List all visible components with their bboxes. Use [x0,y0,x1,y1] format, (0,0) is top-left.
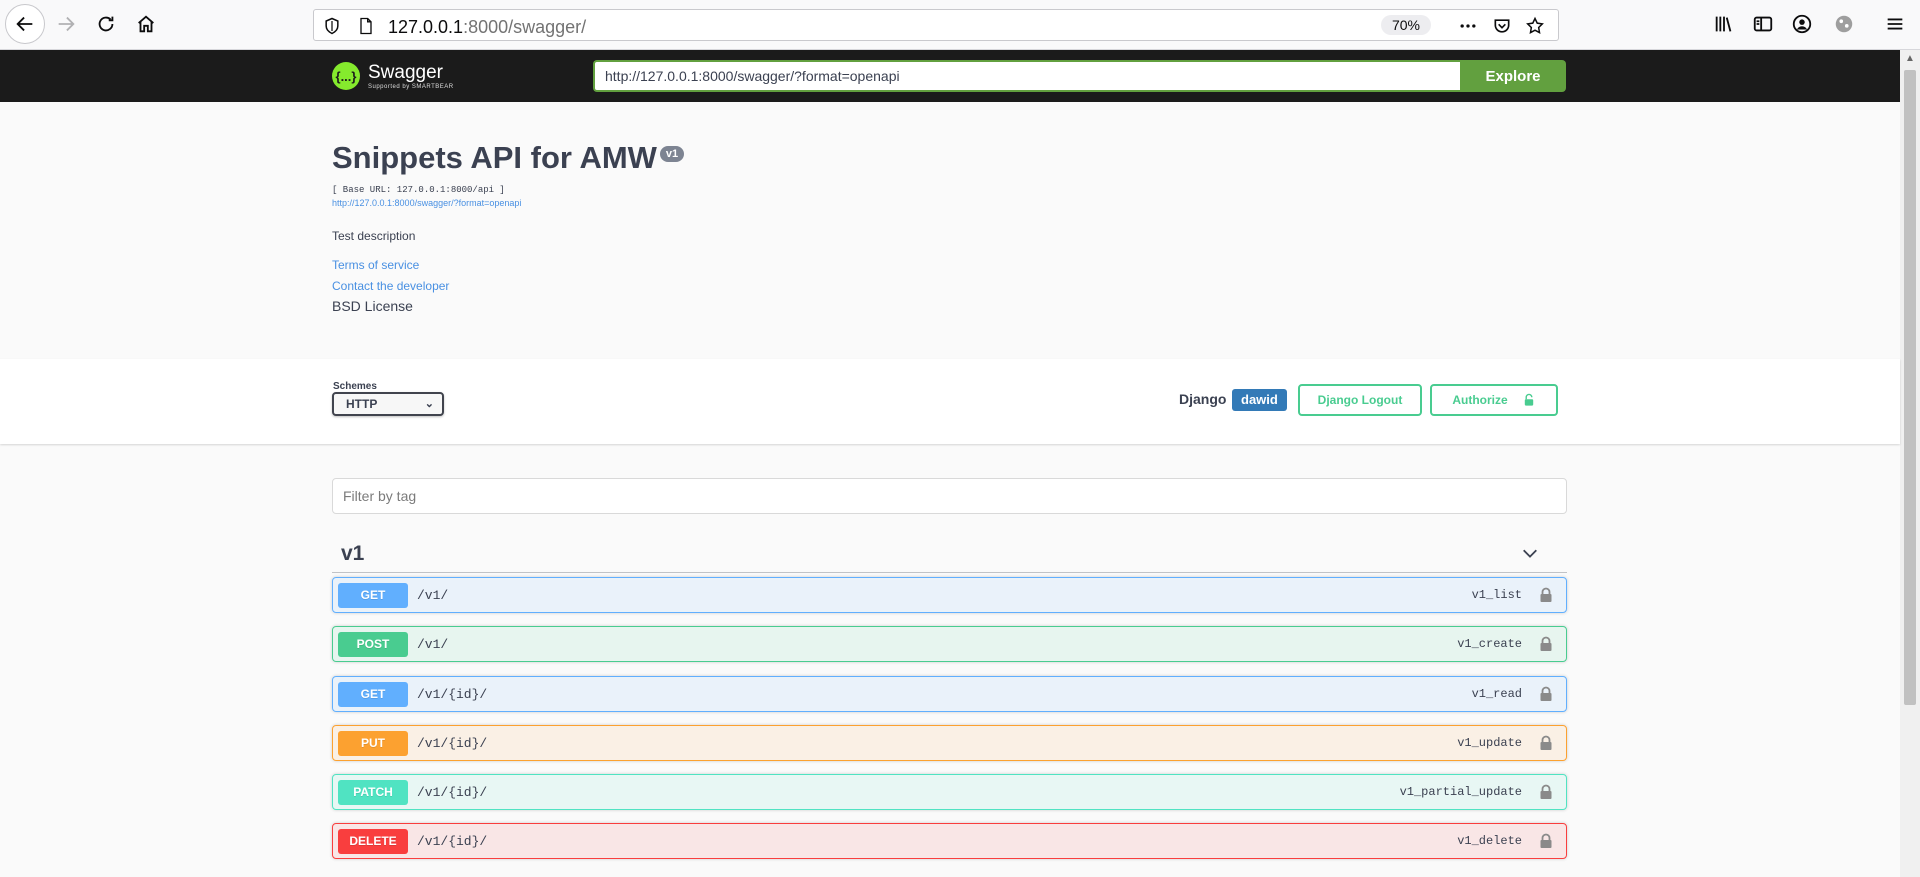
lock-icon[interactable] [1539,833,1553,849]
contact-developer-link[interactable]: Contact the developer [332,279,449,293]
operation-id: v1_delete [1457,834,1522,848]
operation-path: /v1/ [417,637,449,652]
chevron-down-icon[interactable] [1521,544,1539,562]
operation-id: v1_partial_update [1399,785,1522,799]
lock-icon[interactable] [1539,784,1553,800]
schemes-selected: HTTP [346,397,378,411]
page-scrollbar[interactable]: ▲ [1900,50,1920,877]
address-bar[interactable]: 127.0.0.1:8000/swagger/ 70% [313,9,1559,41]
more-actions-icon[interactable] [1456,14,1480,38]
authorize-button[interactable]: Authorize [1430,384,1558,416]
operation-id: v1_read [1471,687,1522,701]
operation-path: /v1/{id}/ [417,736,488,751]
method-badge: DELETE [338,829,408,854]
schemes-label: Schemes [333,381,377,392]
forward-arrow-icon [58,16,75,32]
back-button[interactable] [5,4,45,44]
reload-icon [98,16,114,32]
operation-post-v1-create[interactable]: POST /v1/ v1_create [332,626,1567,662]
sidebar-toggle-icon[interactable] [1745,6,1781,42]
api-info: Snippets API for AMW v1 [ Base URL: 127.0… [332,140,1572,314]
operation-id: v1_list [1471,588,1522,602]
method-badge: GET [338,682,408,707]
tag-header-v1[interactable]: v1 [332,534,1567,573]
url-text[interactable]: 127.0.0.1:8000/swagger/ [388,17,586,38]
operation-path: /v1/{id}/ [417,834,488,849]
method-badge: PATCH [338,780,408,805]
scroll-thumb[interactable] [1904,70,1916,705]
method-badge: PUT [338,731,408,756]
operation-patch-v1-partial-update[interactable]: PATCH /v1/{id}/ v1_partial_update [332,774,1567,810]
back-arrow-icon [16,16,33,32]
pocket-icon[interactable] [1490,14,1514,38]
forward-button[interactable] [48,6,84,42]
swagger-logo-icon: {...} [332,62,360,90]
schemes-select[interactable]: HTTP ⌄ [332,392,444,416]
logo-name: Swagger [368,61,443,83]
logo-subtitle: Supported by SMARTBEAR [368,83,454,90]
swagger-logo[interactable]: {...} Swagger Supported by SMARTBEAR [332,58,454,94]
lock-icon[interactable] [1539,587,1553,603]
chevron-down-icon: ⌄ [424,398,434,410]
unlocked-icon [1524,393,1533,406]
extension-icon[interactable] [1826,6,1862,42]
terms-of-service-link[interactable]: Terms of service [332,258,419,272]
operation-id: v1_update [1457,736,1522,750]
filter-by-tag-input[interactable]: Filter by tag [332,478,1567,514]
api-title: Snippets API for AMW [332,140,657,175]
zoom-level[interactable]: 70% [1381,15,1431,35]
home-icon [138,15,154,33]
url-host: 127.0.0.1 [388,17,464,37]
explore-button[interactable]: Explore [1460,60,1566,92]
reload-button[interactable] [88,6,124,42]
operation-get-v1-read[interactable]: GET /v1/{id}/ v1_read [332,676,1567,712]
authorize-label: Authorize [1452,393,1508,407]
base-url: [ Base URL: 127.0.0.1:8000/api ] [332,185,505,195]
operation-path: /v1/ [417,588,449,603]
spec-link[interactable]: http://127.0.0.1:8000/swagger/?format=op… [332,198,521,208]
lock-icon[interactable] [1539,686,1553,702]
tag-name: v1 [341,542,365,565]
django-logout-button[interactable]: Django Logout [1298,384,1422,416]
method-badge: POST [338,632,408,657]
home-button[interactable] [128,6,164,42]
operation-id: v1_create [1457,637,1522,651]
spec-url-input[interactable]: http://127.0.0.1:8000/swagger/?format=op… [593,60,1461,92]
lock-icon[interactable] [1539,636,1553,652]
api-description: Test description [332,229,416,243]
username-badge: dawid [1232,389,1287,411]
lock-icon[interactable] [1539,735,1553,751]
scroll-up-icon[interactable]: ▲ [1900,50,1920,68]
url-path: :8000/swagger/ [463,17,587,37]
method-badge: GET [338,583,408,608]
account-icon[interactable] [1784,6,1820,42]
scheme-container: Schemes HTTP ⌄ Django dawid Django Logou… [0,359,1900,444]
version-badge: v1 [659,146,685,162]
operation-put-v1-update[interactable]: PUT /v1/{id}/ v1_update [332,725,1567,761]
operation-delete-v1-delete[interactable]: DELETE /v1/{id}/ v1_delete [332,823,1567,859]
browser-toolbar: 127.0.0.1:8000/swagger/ 70% [0,0,1920,50]
library-icon[interactable] [1706,6,1742,42]
shield-icon[interactable] [320,14,344,38]
django-label: Django [1179,391,1227,407]
operation-path: /v1/{id}/ [417,687,488,702]
license-text: BSD License [332,298,413,314]
operation-get-v1-list[interactable]: GET /v1/ v1_list [332,577,1567,613]
page-info-icon[interactable] [354,14,378,38]
bookmark-star-icon[interactable] [1523,14,1547,38]
operation-path: /v1/{id}/ [417,785,488,800]
menu-icon[interactable] [1877,6,1913,42]
